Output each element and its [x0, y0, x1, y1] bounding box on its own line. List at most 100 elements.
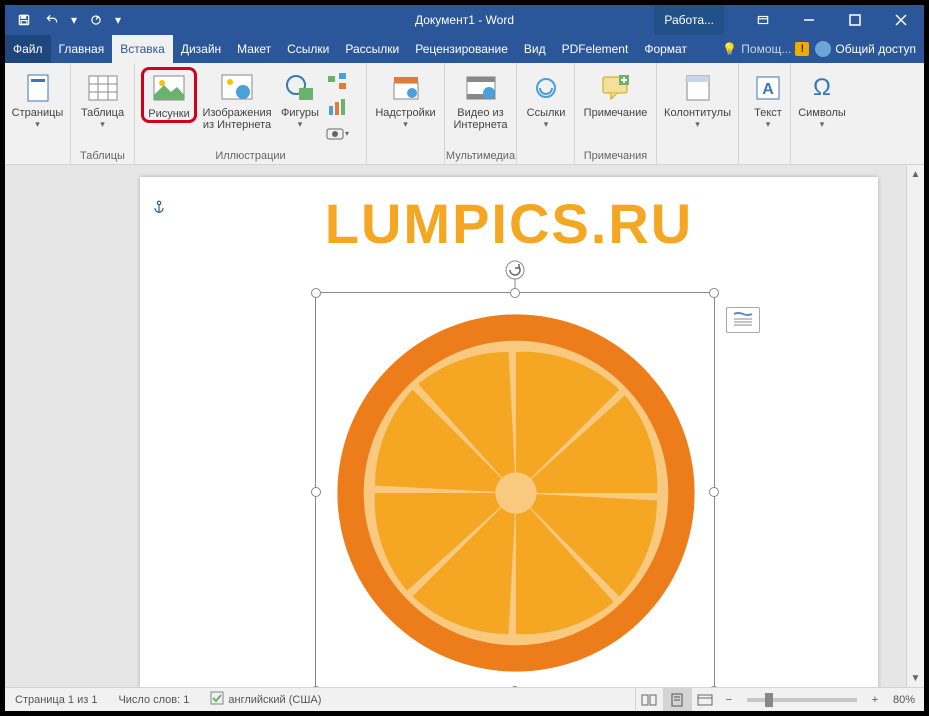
- resize-handle[interactable]: [709, 288, 719, 298]
- smartart-icon: [327, 72, 347, 90]
- ribbon-display-button[interactable]: [740, 5, 786, 35]
- links-button[interactable]: Ссылки ▾: [523, 67, 569, 130]
- view-web-button[interactable]: [691, 688, 719, 711]
- save-button[interactable]: [11, 7, 37, 33]
- chevron-down-icon: ▾: [695, 119, 700, 130]
- share-button[interactable]: Общий доступ: [815, 41, 916, 57]
- tab-format[interactable]: Формат: [636, 35, 695, 63]
- tell-me[interactable]: 💡 Помощ... !: [722, 42, 809, 56]
- comment-button[interactable]: Примечание: [581, 67, 650, 119]
- screenshot-button[interactable]: ▾: [325, 121, 349, 145]
- zoom-in-button[interactable]: +: [865, 694, 885, 706]
- status-page[interactable]: Страница 1 из 1: [5, 688, 108, 711]
- table-label: Таблица: [81, 107, 124, 119]
- maximize-button[interactable]: [832, 5, 878, 35]
- chart-icon: [327, 98, 347, 116]
- shapes-label: Фигуры: [281, 107, 319, 119]
- tab-home[interactable]: Главная: [51, 35, 113, 63]
- chevron-down-icon: ▾: [35, 119, 40, 130]
- text-label: Текст: [754, 107, 782, 119]
- group-media: Мультимедиа: [445, 150, 516, 164]
- shapes-button[interactable]: Фигуры ▾: [277, 67, 323, 130]
- undo-dropdown[interactable]: ▾: [67, 7, 81, 33]
- scroll-up-button[interactable]: ▲: [907, 165, 924, 183]
- minimize-button[interactable]: [786, 5, 832, 35]
- shapes-icon: [283, 71, 317, 105]
- layout-icon: [732, 312, 754, 328]
- smartart-button[interactable]: [325, 69, 349, 93]
- resize-handle[interactable]: [311, 288, 321, 298]
- tab-pdfelement[interactable]: PDFelement: [554, 35, 637, 63]
- page-icon: [21, 71, 55, 105]
- chart-button[interactable]: [325, 95, 349, 119]
- group-tables: Таблицы: [71, 150, 134, 164]
- picture-icon: [152, 72, 186, 106]
- chevron-down-icon: ▾: [820, 119, 825, 130]
- chevron-down-icon: ▾: [298, 119, 303, 130]
- text-button[interactable]: A Текст ▾: [745, 67, 791, 130]
- link-icon: [529, 71, 563, 105]
- spellcheck-icon: [210, 691, 224, 708]
- group-illustrations: Иллюстрации: [135, 150, 366, 164]
- resize-handle[interactable]: [709, 487, 719, 497]
- addins-button[interactable]: Надстройки ▾: [373, 67, 438, 130]
- tab-mailings[interactable]: Рассылки: [337, 35, 407, 63]
- symbols-button[interactable]: Ω Символы ▾: [797, 67, 847, 130]
- zoom-out-button[interactable]: −: [719, 694, 739, 706]
- resize-handle[interactable]: [510, 288, 520, 298]
- pictures-button[interactable]: Рисунки: [146, 72, 192, 120]
- inserted-image: [328, 305, 704, 681]
- zoom-thumb[interactable]: [765, 693, 773, 707]
- tab-file[interactable]: Файл: [5, 35, 51, 63]
- chevron-down-icon: ▾: [766, 119, 771, 130]
- pages-label: Страницы: [12, 107, 64, 119]
- layout-options-button[interactable]: [726, 307, 760, 333]
- page[interactable]: LUMPICS.RU: [140, 177, 878, 687]
- online-video-button[interactable]: Видео из Интернета: [451, 67, 510, 131]
- redo-button[interactable]: [83, 7, 109, 33]
- table-button[interactable]: Таблица ▾: [77, 67, 128, 130]
- zoom-level[interactable]: 80%: [885, 688, 924, 711]
- screenshot-icon: [325, 125, 345, 141]
- warning-icon: !: [795, 42, 809, 56]
- tab-insert[interactable]: Вставка: [112, 35, 173, 63]
- comment-icon: [599, 71, 633, 105]
- video-label: Видео из Интернета: [454, 107, 508, 131]
- online-pictures-button[interactable]: Изображения из Интернета: [199, 67, 275, 131]
- headers-label: Колонтитулы: [664, 107, 731, 119]
- tab-design[interactable]: Дизайн: [173, 35, 229, 63]
- scroll-down-button[interactable]: ▼: [907, 669, 924, 687]
- view-read-button[interactable]: [635, 688, 663, 711]
- statusbar: Страница 1 из 1 Число слов: 1 английский…: [5, 687, 924, 711]
- status-language[interactable]: английский (США): [200, 688, 332, 711]
- tab-view[interactable]: Вид: [516, 35, 554, 63]
- status-words[interactable]: Число слов: 1: [108, 688, 200, 711]
- omega-icon: Ω: [805, 71, 839, 105]
- tab-review[interactable]: Рецензирование: [407, 35, 516, 63]
- chevron-down-icon: ▾: [403, 119, 408, 130]
- undo-button[interactable]: [39, 7, 65, 33]
- resize-handle[interactable]: [311, 487, 321, 497]
- avatar-icon: [815, 41, 831, 57]
- zoom-slider[interactable]: [747, 698, 857, 702]
- titlebar: ▾ ▾ Документ1 - Word Работа...: [5, 5, 924, 35]
- view-print-button[interactable]: [663, 688, 691, 711]
- image-selection[interactable]: [315, 292, 715, 687]
- close-button[interactable]: [878, 5, 924, 35]
- addins-label: Надстройки: [375, 107, 435, 119]
- tell-me-label: Помощ...: [741, 42, 791, 56]
- qat-customize[interactable]: ▾: [111, 7, 125, 33]
- tab-layout[interactable]: Макет: [229, 35, 279, 63]
- vertical-scrollbar[interactable]: ▲ ▼: [906, 165, 924, 687]
- tab-references[interactable]: Ссылки: [279, 35, 337, 63]
- group-comments: Примечания: [575, 150, 656, 164]
- headers-button[interactable]: Колонтитулы ▾: [663, 67, 732, 130]
- share-label: Общий доступ: [835, 42, 916, 56]
- chevron-down-icon: ▾: [544, 119, 549, 130]
- comment-label: Примечание: [584, 107, 648, 119]
- table-icon: [86, 71, 120, 105]
- title-work-hint: Работа...: [654, 5, 724, 35]
- lightbulb-icon: 💡: [722, 42, 737, 56]
- symbols-label: Символы: [798, 107, 846, 119]
- pages-button[interactable]: Страницы ▾: [11, 67, 64, 130]
